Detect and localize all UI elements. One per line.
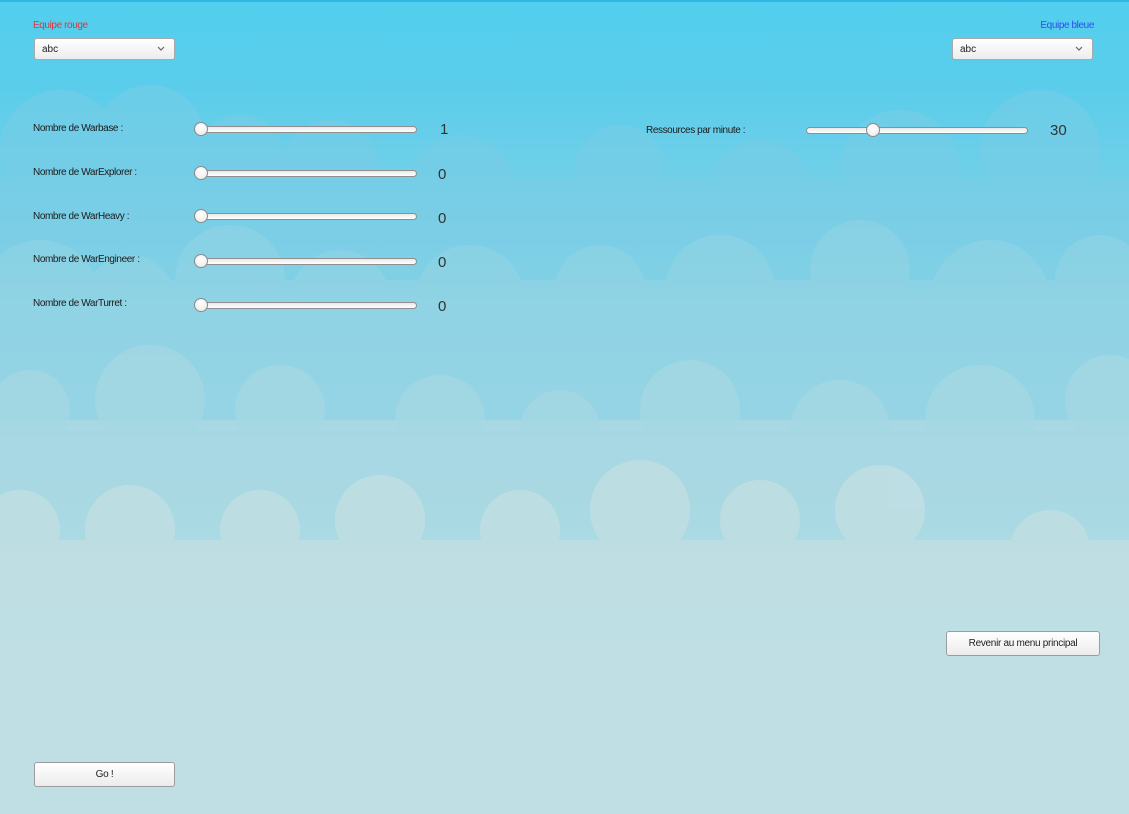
warturret-label: Nombre de WarTurret : <box>33 298 127 309</box>
warexplorer-label: Nombre de WarExplorer : <box>33 167 137 178</box>
warexplorer-slider-track[interactable] <box>194 170 417 177</box>
warexplorer-slider-thumb[interactable] <box>194 166 208 180</box>
chevron-down-icon <box>157 46 165 51</box>
warturret-value: 0 <box>438 298 447 315</box>
warheavy-slider-track[interactable] <box>194 213 417 220</box>
chevron-down-icon <box>1075 46 1083 51</box>
warbase-slider-track[interactable] <box>194 126 417 133</box>
red-team-select[interactable]: abc <box>34 38 175 60</box>
resources-slider-track[interactable] <box>806 127 1028 134</box>
warheavy-value: 0 <box>438 210 447 227</box>
warheavy-slider-thumb[interactable] <box>194 209 208 223</box>
warbase-value: 1 <box>440 121 449 138</box>
resources-label: Ressources par minute : <box>646 125 746 136</box>
warexplorer-value: 0 <box>438 166 447 183</box>
warturret-slider-thumb[interactable] <box>194 298 208 312</box>
blue-team-select[interactable]: abc <box>952 38 1093 60</box>
warbase-slider-thumb[interactable] <box>194 122 208 136</box>
resources-slider-thumb[interactable] <box>866 123 880 137</box>
warbase-label: Nombre de Warbase : <box>33 123 123 134</box>
cloud-background <box>0 85 1129 814</box>
red-team-selected-value: abc <box>42 43 59 55</box>
warengineer-label: Nombre de WarEngineer : <box>33 254 140 265</box>
resources-value: 30 <box>1050 122 1067 139</box>
back-to-main-menu-button[interactable]: Revenir au menu principal <box>946 631 1100 656</box>
red-team-label: Equipe rouge <box>33 20 88 31</box>
go-button[interactable]: Go ! <box>34 762 175 787</box>
warengineer-slider-track[interactable] <box>194 258 417 265</box>
warengineer-value: 0 <box>438 254 447 271</box>
warturret-slider-track[interactable] <box>194 302 417 309</box>
blue-team-selected-value: abc <box>960 43 977 55</box>
blue-team-label: Equipe bleue <box>1040 20 1094 31</box>
warheavy-label: Nombre de WarHeavy : <box>33 211 130 222</box>
warengineer-slider-thumb[interactable] <box>194 254 208 268</box>
